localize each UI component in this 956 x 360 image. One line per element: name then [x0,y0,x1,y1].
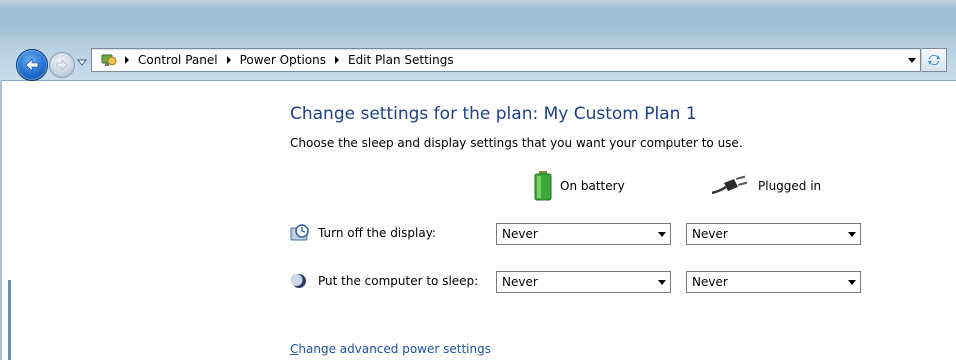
address-history-dropdown[interactable] [904,49,920,71]
dropdown-value: Never [502,275,538,289]
back-arrow-icon [25,58,39,72]
refresh-icon [928,54,940,66]
plugged-in-label: Plugged in [758,179,822,193]
chevron-down-icon [654,272,670,292]
power-plug-icon [711,175,748,195]
display-plugged-dropdown[interactable]: Never [686,223,861,245]
turn-off-display-label: Turn off the display: [318,226,436,240]
breadcrumb-edit-plan-settings[interactable]: Edit Plan Settings [344,50,458,70]
chevron-down-icon [77,59,87,66]
advanced-power-settings-link[interactable]: Change advanced power settings [290,342,491,356]
forward-arrow-icon [56,59,68,71]
sleep-moon-icon [290,272,310,292]
page-title: Change settings for the plan: My Custom … [290,104,697,124]
sleep-plugged-dropdown[interactable]: Never [686,271,861,293]
display-battery-dropdown[interactable]: Never [496,223,671,245]
on-battery-label: On battery [560,179,625,193]
window-chrome: Control Panel Power Options Edit Plan Se… [0,0,956,81]
sleep-label: Put the computer to sleep: [318,274,479,288]
main-content: Change settings for the plan: My Custom … [0,80,956,360]
display-timer-icon [290,224,310,244]
link-text: hange advanced power settings [298,342,491,356]
dropdown-value: Never [502,227,538,241]
chevron-down-icon [654,224,670,244]
recent-pages-button[interactable] [76,57,88,69]
battery-icon [534,171,552,201]
chevron-down-icon [844,224,860,244]
breadcrumb-separator-icon[interactable] [222,56,236,64]
control-panel-icon [98,49,120,71]
address-bar[interactable]: Control Panel Power Options Edit Plan Se… [91,48,921,72]
column-header-plugged: Plugged in [710,170,821,202]
back-button[interactable] [16,49,48,81]
breadcrumb-separator-icon[interactable] [330,56,344,64]
chevron-down-icon [844,272,860,292]
page-description: Choose the sleep and display settings th… [290,136,743,150]
dropdown-value: Never [692,275,728,289]
chevron-down-icon [908,57,916,63]
refresh-button[interactable] [922,48,947,72]
forward-button[interactable] [49,52,75,78]
breadcrumb-control-panel[interactable]: Control Panel [134,50,222,70]
sleep-battery-dropdown[interactable]: Never [496,271,671,293]
column-header-battery: On battery [534,170,625,202]
breadcrumb-power-options[interactable]: Power Options [236,50,330,70]
breadcrumb-separator-icon[interactable] [120,56,134,64]
dropdown-value: Never [692,227,728,241]
